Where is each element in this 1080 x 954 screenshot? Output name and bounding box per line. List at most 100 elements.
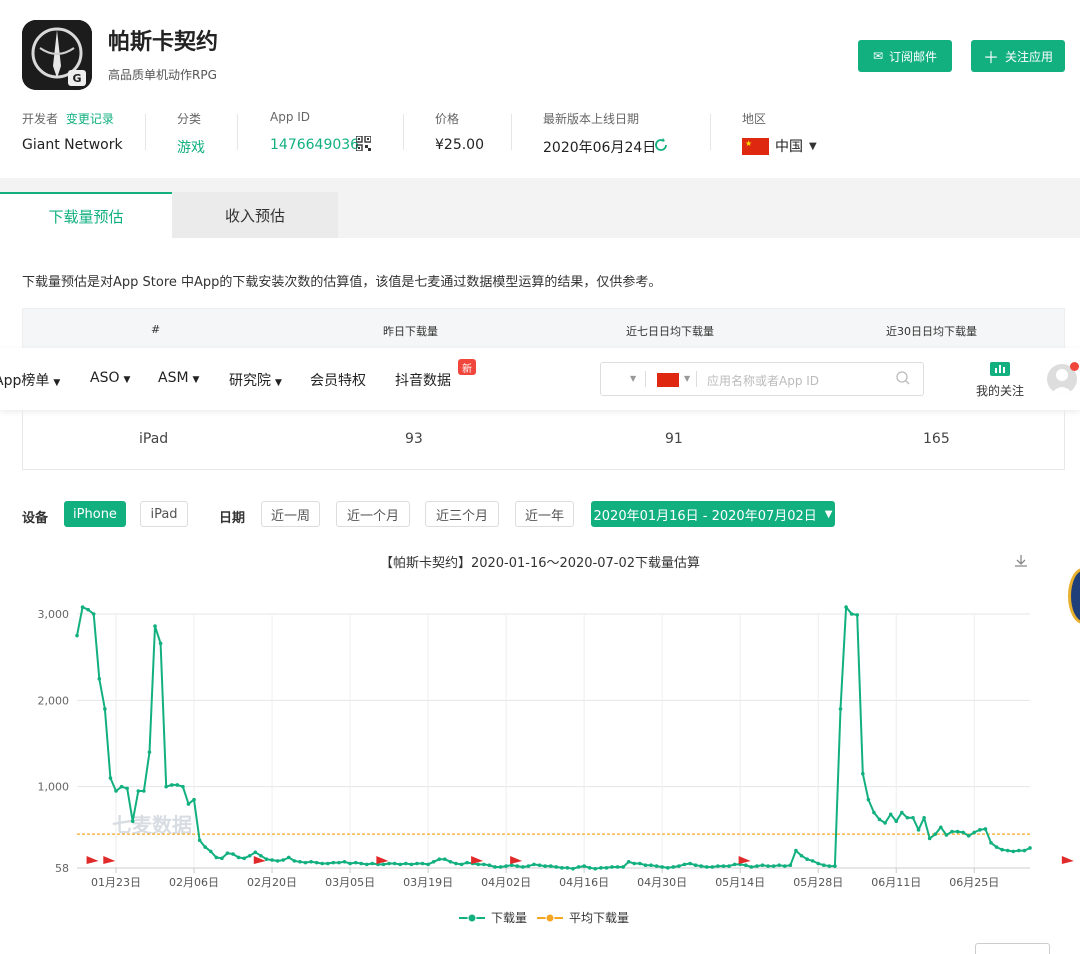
data-point bbox=[164, 784, 168, 789]
data-point bbox=[509, 863, 514, 868]
release-label: 最新版本上线日期 bbox=[543, 112, 640, 126]
new-badge: 新 bbox=[458, 359, 476, 375]
data-point bbox=[303, 860, 308, 865]
data-point bbox=[994, 845, 999, 849]
data-point bbox=[688, 861, 692, 866]
col-yesterday: 昨日下载量 bbox=[383, 325, 438, 338]
y-tick-label: 58 bbox=[55, 862, 69, 875]
data-point bbox=[392, 861, 397, 866]
row-yesterday: 93 bbox=[405, 431, 423, 447]
legend-average[interactable]: 平均下载量 bbox=[537, 909, 629, 926]
nav-vip[interactable]: 会员特权 bbox=[310, 370, 366, 390]
table-header: # 昨日下载量 近七日日均下载量 近30日日均下载量 bbox=[22, 308, 1065, 350]
data-point bbox=[900, 810, 904, 815]
change-log-link[interactable]: 变更记录 bbox=[66, 112, 114, 126]
data-point bbox=[130, 819, 135, 824]
china-flag-icon[interactable] bbox=[657, 373, 679, 387]
data-point bbox=[181, 784, 185, 789]
downloads-line bbox=[76, 606, 1031, 870]
appid-value[interactable]: 1476649036 bbox=[270, 137, 359, 153]
data-point bbox=[660, 865, 664, 869]
device-iphone-button[interactable]: iPhone bbox=[64, 501, 126, 527]
divider bbox=[403, 114, 404, 150]
data-point bbox=[704, 865, 709, 869]
data-point bbox=[833, 864, 837, 868]
search-placeholder[interactable]: 应用名称或者App ID bbox=[707, 372, 819, 389]
data-point bbox=[476, 862, 481, 867]
data-point bbox=[381, 862, 386, 867]
subscribe-email-button[interactable]: ✉ 订阅邮件 bbox=[858, 40, 952, 72]
data-point bbox=[760, 863, 765, 868]
data-point bbox=[877, 817, 882, 822]
download-icon[interactable] bbox=[1013, 553, 1029, 573]
nav-asm[interactable]: ASM ▼ bbox=[158, 370, 199, 386]
price-label: 价格 bbox=[435, 112, 460, 126]
data-point bbox=[314, 860, 319, 865]
version-flag-icon bbox=[1061, 856, 1074, 869]
y-tick-label: 2,000 bbox=[38, 694, 70, 707]
range-3month-button[interactable]: 近三个月 bbox=[425, 501, 499, 527]
nav-app-ranking[interactable]: App榜单▼ bbox=[0, 370, 60, 390]
range-year-button[interactable]: 近一年 bbox=[515, 501, 574, 527]
data-point bbox=[404, 861, 408, 866]
data-point bbox=[677, 864, 681, 868]
data-point bbox=[236, 855, 241, 860]
data-point bbox=[515, 864, 520, 868]
data-point bbox=[671, 865, 676, 869]
data-point bbox=[169, 783, 174, 787]
nav-aso[interactable]: ASO ▼ bbox=[90, 370, 130, 386]
region-selector[interactable]: ★ 中国 ▼ bbox=[742, 136, 817, 156]
range-month-button[interactable]: 近一个月 bbox=[336, 501, 410, 527]
data-point bbox=[415, 861, 419, 866]
y-tick-label: 1,000 bbox=[38, 781, 70, 794]
tab-download-estimate[interactable]: 下载量预估 bbox=[0, 192, 172, 238]
divider bbox=[696, 371, 697, 387]
data-point bbox=[626, 859, 631, 864]
notification-dot bbox=[1070, 362, 1079, 371]
data-point bbox=[844, 605, 848, 609]
search-box[interactable]: ▼ ▼ 应用名称或者App ID bbox=[600, 362, 924, 396]
developer-name[interactable]: Giant Network bbox=[22, 137, 123, 153]
data-point bbox=[186, 802, 191, 806]
caret-down-icon: ▼ bbox=[824, 508, 833, 520]
x-tick-label: 04月16日 bbox=[559, 876, 609, 889]
x-tick-label: 06月25日 bbox=[949, 876, 999, 889]
col-7day-avg: 近七日日均下载量 bbox=[626, 325, 714, 338]
data-point bbox=[91, 612, 96, 616]
data-point bbox=[966, 834, 971, 838]
search-icon[interactable] bbox=[895, 370, 911, 390]
region-value: 中国 bbox=[775, 139, 803, 155]
x-tick-label: 06月11日 bbox=[871, 876, 921, 889]
my-follow-label[interactable]: 我的关注 bbox=[976, 382, 1024, 399]
data-point bbox=[1011, 849, 1016, 854]
data-point bbox=[866, 797, 871, 802]
date-range-picker[interactable]: 2020年01月16日 - 2020年07月02日 ▼ bbox=[591, 501, 835, 527]
device-ipad-button[interactable]: iPad bbox=[140, 501, 188, 527]
data-point bbox=[894, 819, 899, 824]
bottom-action-button[interactable] bbox=[975, 943, 1050, 954]
data-point bbox=[465, 860, 469, 865]
data-point bbox=[158, 641, 163, 646]
data-point bbox=[632, 861, 637, 866]
version-flag-icon bbox=[376, 856, 389, 869]
data-point bbox=[142, 789, 146, 793]
nav-research[interactable]: 研究院 ▼ bbox=[229, 370, 282, 390]
data-point bbox=[855, 613, 860, 617]
legend-downloads[interactable]: 下载量 bbox=[459, 909, 527, 926]
chart-title: 【帕斯卡契约】2020-01-16～2020-07-02下载量估算 bbox=[379, 556, 701, 571]
data-point bbox=[838, 707, 843, 711]
nav-douyin-data[interactable]: 抖音数据 bbox=[395, 370, 451, 390]
tab-revenue-estimate[interactable]: 收入预估 bbox=[172, 192, 338, 238]
data-point bbox=[849, 612, 854, 616]
range-week-button[interactable]: 近一周 bbox=[261, 501, 320, 527]
divider bbox=[145, 114, 146, 150]
refresh-icon[interactable] bbox=[653, 137, 669, 153]
qrcode-icon[interactable] bbox=[355, 135, 372, 152]
data-point bbox=[225, 851, 230, 855]
my-follow-icon[interactable] bbox=[990, 362, 1010, 378]
data-point bbox=[420, 861, 425, 866]
follow-app-button[interactable]: ＋ 关注应用 bbox=[971, 40, 1065, 72]
data-point bbox=[782, 864, 787, 868]
category-value[interactable]: 游戏 bbox=[177, 137, 205, 157]
price-value: ¥25.00 bbox=[435, 137, 484, 153]
